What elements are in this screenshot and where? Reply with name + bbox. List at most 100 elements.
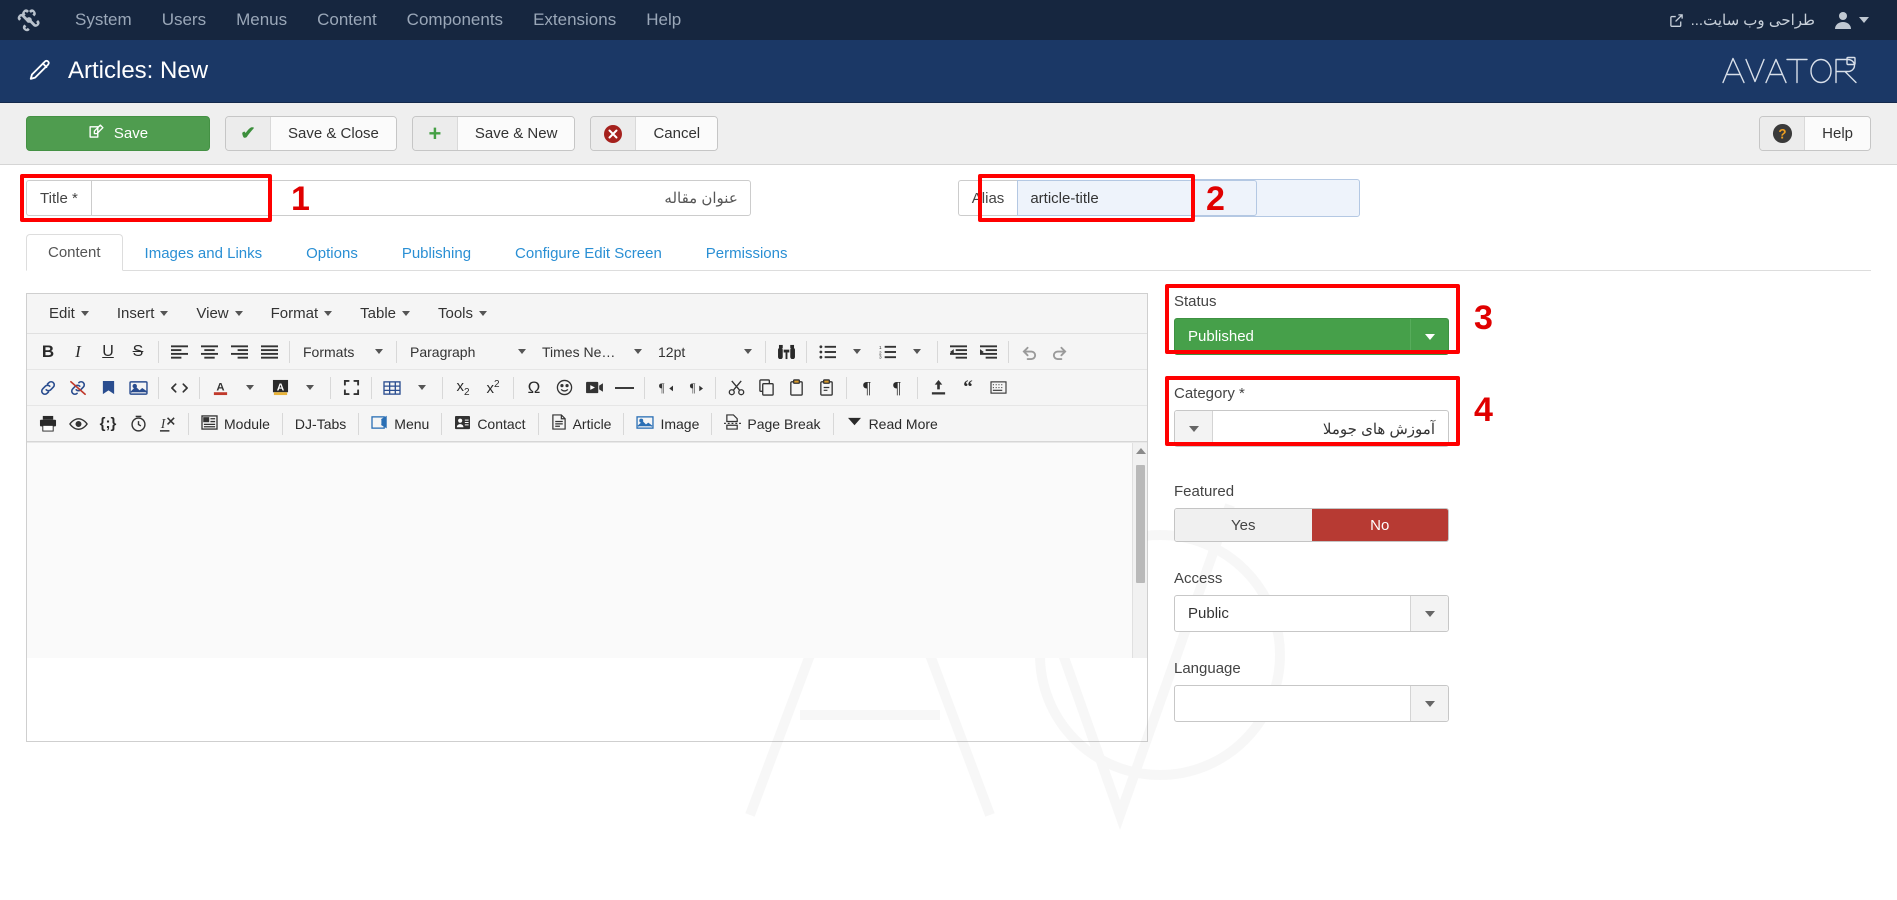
user-menu-button[interactable] [1825,11,1883,29]
image-icon[interactable] [123,373,153,403]
cancel-button[interactable]: Cancel [590,116,719,151]
editor-menu-insert[interactable]: Insert [103,300,183,328]
undo-icon[interactable] [1014,337,1044,367]
media-icon[interactable] [579,373,609,403]
status-select[interactable]: Published [1174,318,1449,355]
tab-images-and-links[interactable]: Images and Links [123,235,285,271]
fontfamily-select[interactable]: Times Ne… [534,338,650,366]
align-justify-icon[interactable] [254,337,284,367]
tab-configure-edit-screen[interactable]: Configure Edit Screen [493,235,684,271]
text-color-dropdown[interactable] [235,373,265,403]
menu-item-system[interactable]: System [60,0,147,40]
emoticon-icon[interactable] [549,373,579,403]
djtabs-button[interactable]: DJ-Tabs [288,409,353,439]
contact-button[interactable]: Contact [447,409,532,439]
editor-menu-view[interactable]: View [182,300,256,328]
redo-icon[interactable] [1044,337,1074,367]
paste-text-icon[interactable] [811,373,841,403]
binoculars-icon[interactable] [771,337,801,367]
fontsize-select[interactable]: 12pt [650,338,760,366]
site-name-link[interactable]: طراحی وب سایت... [1659,11,1825,29]
remove-format-icon[interactable]: I [153,409,183,439]
align-center-icon[interactable] [194,337,224,367]
menu-item-menus[interactable]: Menus [221,0,302,40]
editor-menu-format[interactable]: Format [257,300,347,328]
save-and-close-button[interactable]: ✔ Save & Close [225,116,397,151]
anchor-icon[interactable] [93,373,123,403]
featured-no-option[interactable]: No [1311,509,1448,541]
align-right-icon[interactable] [224,337,254,367]
featured-yes-option[interactable]: Yes [1175,509,1312,541]
menu-item-content[interactable]: Content [302,0,392,40]
featured-toggle[interactable]: Yes No [1174,508,1449,542]
table-dropdown[interactable] [407,373,437,403]
scrollbar-thumb[interactable] [1136,465,1145,583]
italic-button[interactable]: I [63,337,93,367]
preview-icon[interactable] [63,409,93,439]
tab-publishing[interactable]: Publishing [380,235,493,271]
menu-item-extensions[interactable]: Extensions [518,0,631,40]
table-icon[interactable] [377,373,407,403]
paragraph-blocks-icon[interactable]: ¶ [882,373,912,403]
image-button[interactable]: Image [629,409,706,439]
editor-content-area[interactable] [27,442,1147,658]
blockquote-icon[interactable]: “ [953,373,983,403]
fullscreen-icon[interactable] [336,373,366,403]
menu-item-users[interactable]: Users [147,0,221,40]
page-break-button[interactable]: Page Break [717,409,827,439]
omega-special-char-icon[interactable]: Ω [519,373,549,403]
access-select[interactable]: Public [1174,595,1449,632]
subscript-icon[interactable]: x2 [448,373,478,403]
highlight-color-dropdown[interactable] [295,373,325,403]
article-button[interactable]: Article [544,409,619,439]
editor-menu-edit[interactable]: Edit [35,300,103,328]
upload-template-icon[interactable] [923,373,953,403]
tab-options[interactable]: Options [284,235,380,271]
paste-icon[interactable] [781,373,811,403]
pilcrow-icon[interactable]: ¶ [852,373,882,403]
joomla-logo-icon[interactable] [14,5,44,35]
editor-scrollbar[interactable] [1132,443,1147,658]
numbered-list-icon[interactable]: 123 [872,337,902,367]
tab-permissions[interactable]: Permissions [684,235,810,271]
horizontal-rule-icon[interactable] [609,373,639,403]
editor-menu-table[interactable]: Table [346,300,424,328]
menu-item-components[interactable]: Components [392,0,518,40]
title-input[interactable] [90,180,751,216]
source-code-icon[interactable] [164,373,194,403]
editor-menu-tools[interactable]: Tools [424,300,501,328]
superscript-icon[interactable]: x2 [478,373,508,403]
strikethrough-button[interactable]: S [123,337,153,367]
numbered-list-dropdown[interactable] [902,337,932,367]
indent-icon[interactable] [973,337,1003,367]
bullet-list-dropdown[interactable] [842,337,872,367]
formats-select[interactable]: Formats [295,338,391,366]
module-button[interactable]: Module [194,409,277,439]
cut-scissors-icon[interactable] [721,373,751,403]
link-icon[interactable] [33,373,63,403]
unlink-icon[interactable] [63,373,93,403]
language-select[interactable] [1174,685,1449,722]
bullet-list-icon[interactable] [812,337,842,367]
menu-item-help[interactable]: Help [631,0,696,40]
nonbreaking-space-icon[interactable] [983,373,1013,403]
save-and-new-button[interactable]: + Save & New [411,116,576,151]
category-select[interactable]: آموزش های جوملا [1174,410,1449,447]
read-more-button[interactable]: Read More [839,409,945,439]
save-button[interactable]: Save [26,116,210,151]
scroll-up-arrow-icon[interactable] [1136,448,1146,454]
rtl-direction-icon[interactable]: ¶ [650,373,680,403]
insertdatetime-icon[interactable] [123,409,153,439]
tab-content[interactable]: Content [26,234,123,271]
text-color-icon[interactable]: A [205,373,235,403]
code-braces-icon[interactable]: {;} [93,409,123,439]
outdent-icon[interactable] [943,337,973,367]
underline-button[interactable]: U [93,337,123,367]
menu-button[interactable]: Menu [364,409,436,439]
align-left-icon[interactable] [164,337,194,367]
help-button[interactable]: ? Help [1759,116,1871,151]
paragraph-select[interactable]: Paragraph [402,338,534,366]
highlight-color-icon[interactable]: A [265,373,295,403]
print-icon[interactable] [33,409,63,439]
bold-button[interactable]: B [33,337,63,367]
